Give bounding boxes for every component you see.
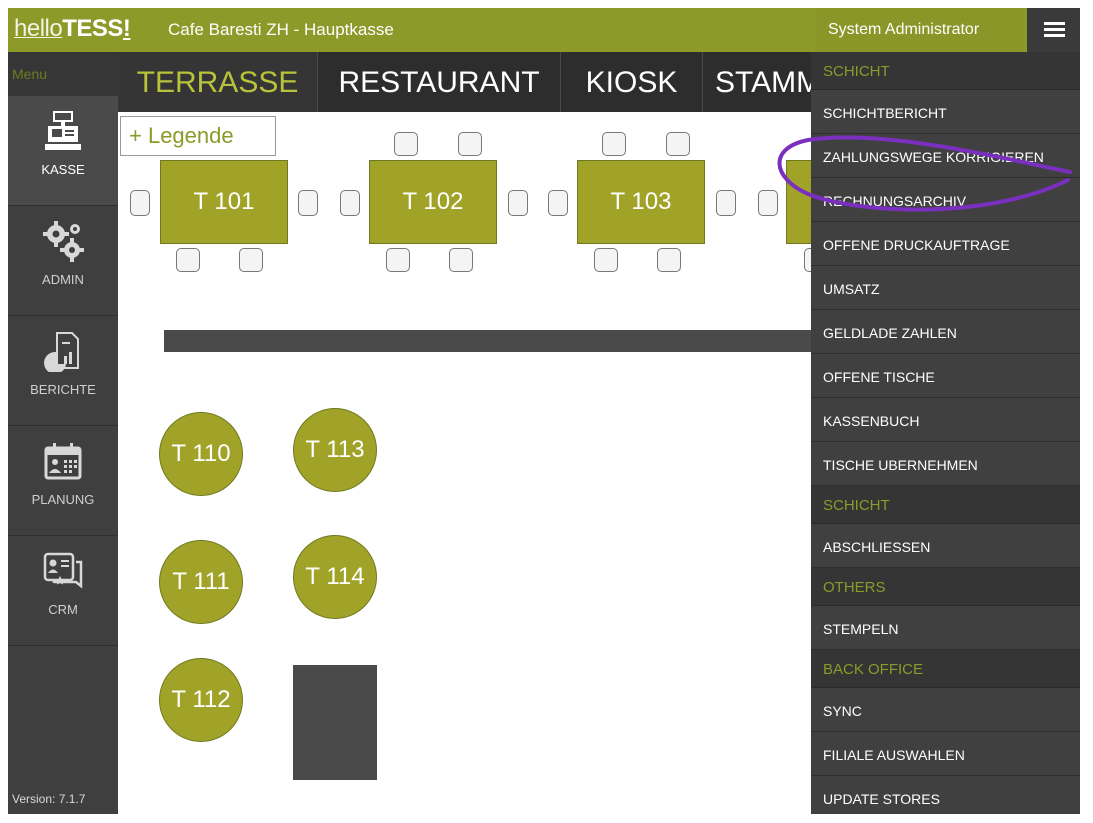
chair: [298, 190, 318, 216]
menu-item-abschliessen[interactable]: ABSCHLIESSEN: [811, 524, 1080, 568]
menu-item-tische-ubernehmen[interactable]: TISCHE UBERNEHMEN: [811, 442, 1080, 486]
contact-card-icon: [43, 552, 83, 589]
chair: [657, 248, 681, 272]
sidebar-item-label: BERICHTE: [30, 382, 96, 397]
sidebar-item-planung[interactable]: PLANUNG: [8, 426, 118, 536]
area-tabs: TERRASSE RESTAURANT KIOSK STAMM: [118, 52, 818, 112]
tab-terrasse[interactable]: TERRASSE: [118, 52, 318, 112]
table-t114[interactable]: T 114: [293, 535, 377, 619]
table-t113[interactable]: T 113: [293, 408, 377, 492]
legend-button[interactable]: + Legende: [120, 116, 276, 156]
menu-item-update-stores[interactable]: UPDATE STORES: [811, 776, 1080, 814]
logo-text-bold: TESS!: [62, 15, 131, 42]
menu-item-offene-tische[interactable]: OFFENE TISCHE: [811, 354, 1080, 398]
menu-item-stempeln[interactable]: STEMPELN: [811, 606, 1080, 650]
table-t101[interactable]: T 101: [160, 160, 288, 244]
menu-item-kassenbuch[interactable]: KASSENBUCH: [811, 398, 1080, 442]
calendar-icon: [44, 443, 82, 480]
floor-divider-wall: [164, 330, 818, 352]
logo-text-light: hello: [14, 15, 63, 42]
chair: [386, 248, 410, 272]
chair: [130, 190, 150, 216]
top-bar: helloTESS! Cafe Baresti ZH - Hauptkasse …: [8, 8, 1080, 52]
hamburger-dropdown-menu: SCHICHT SCHICHTBERICHT ZAHLUNGSWEGE KORR…: [811, 52, 1080, 814]
table-t112[interactable]: T 112: [159, 658, 243, 742]
floor-plan: + Legende T 101 T 102 T 103 T 110 T 113: [118, 112, 818, 814]
chair: [594, 248, 618, 272]
table-t110[interactable]: T 110: [159, 412, 243, 496]
active-indicator: [110, 128, 118, 144]
sidebar-item-berichte[interactable]: BERICHTE: [8, 316, 118, 426]
menu-item-umsatz[interactable]: UMSATZ: [811, 266, 1080, 310]
chair: [458, 132, 482, 156]
sidebar-item-admin[interactable]: ADMIN: [8, 206, 118, 316]
report-icon: [44, 332, 79, 372]
sidebar-item-label: ADMIN: [42, 272, 84, 287]
chair: [666, 132, 690, 156]
menu-item-rechnungsarchiv[interactable]: RECHNUNGSARCHIV: [811, 178, 1080, 222]
menu-item-sync[interactable]: SYNC: [811, 688, 1080, 732]
dropdown-section-schicht: SCHICHT: [811, 52, 1080, 90]
hamburger-menu-icon[interactable]: [1024, 8, 1080, 52]
chair: [758, 190, 778, 216]
version-label: Version: 7.1.7: [12, 792, 86, 806]
dropdown-section-others: OTHERS: [811, 568, 1080, 606]
user-menu-button[interactable]: System Administrator: [816, 8, 1024, 52]
chair: [340, 190, 360, 216]
menu-item-zahlungswege-korrigieren[interactable]: ZAHLUNGSWEGE KORRIGIEREN: [811, 134, 1080, 178]
tab-kiosk[interactable]: KIOSK: [561, 52, 703, 112]
sidebar-item-crm[interactable]: CRM: [8, 536, 118, 646]
menu-item-schichtbericht[interactable]: SCHICHTBERICHT: [811, 90, 1080, 134]
chair: [449, 248, 473, 272]
sidebar-item-label: CRM: [48, 602, 78, 617]
chair: [508, 190, 528, 216]
chair: [176, 248, 200, 272]
gears-icon: [43, 221, 84, 262]
table-t111[interactable]: T 111: [159, 540, 243, 624]
dropdown-section-back-office: BACK OFFICE: [811, 650, 1080, 688]
chair: [602, 132, 626, 156]
app-frame: helloTESS! Cafe Baresti ZH - Hauptkasse …: [8, 8, 1080, 814]
dropdown-section-schicht-2: SCHICHT: [811, 486, 1080, 524]
menu-item-filiale-auswahlen[interactable]: FILIALE AUSWAHLEN: [811, 732, 1080, 776]
cash-register-icon: [45, 111, 81, 150]
logo-exclamation: !: [122, 15, 131, 42]
hellotess-logo: helloTESS!: [14, 14, 131, 44]
chair: [239, 248, 263, 272]
table-t102[interactable]: T 102: [369, 160, 497, 244]
table-t103[interactable]: T 103: [577, 160, 705, 244]
sidebar-menu-label: Menu: [8, 52, 118, 96]
sidebar-item-label: PLANUNG: [31, 492, 95, 507]
sidebar-item-label: KASSE: [41, 162, 85, 177]
chair: [548, 190, 568, 216]
main-sidebar: Menu KASSE ADMIN BERICHTE PLANUNG CRM Ve…: [8, 52, 118, 814]
sidebar-item-kasse[interactable]: KASSE: [8, 96, 118, 206]
store-title: Cafe Baresti ZH - Hauptkasse: [168, 20, 394, 39]
logo-text-tess: TESS: [62, 15, 123, 42]
floor-block: [293, 665, 377, 780]
tab-stamm[interactable]: STAMM: [703, 52, 818, 112]
menu-item-offene-druckauftrage[interactable]: OFFENE DRUCKAUFTRAGE: [811, 222, 1080, 266]
chair: [716, 190, 736, 216]
tab-restaurant[interactable]: RESTAURANT: [318, 52, 561, 112]
menu-item-geldlade-zahlen[interactable]: GELDLADE ZAHLEN: [811, 310, 1080, 354]
chair: [394, 132, 418, 156]
